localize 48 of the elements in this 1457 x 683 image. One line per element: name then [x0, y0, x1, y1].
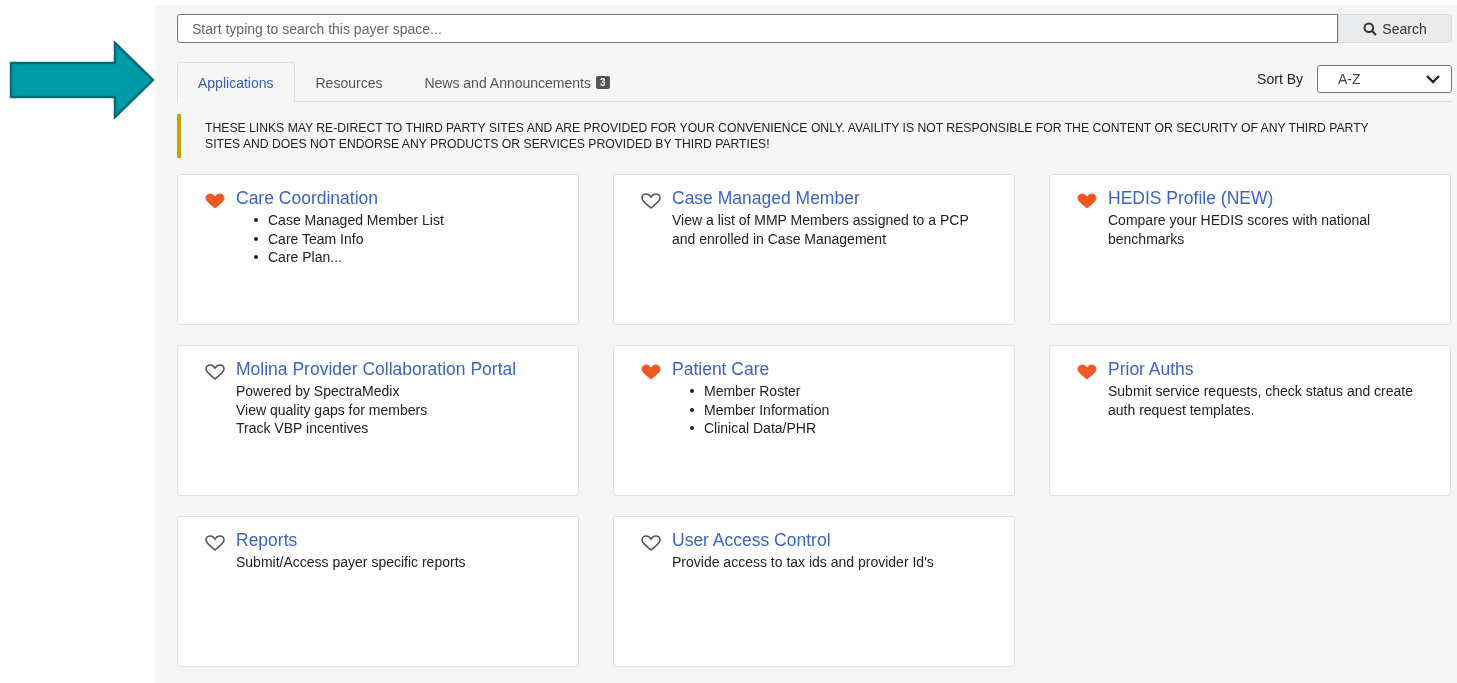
list-item: Case Managed Member List — [268, 211, 444, 230]
card-description: Compare your HEDIS scores with national benchmarks — [1108, 211, 1372, 248]
app-link[interactable]: Case Managed Member — [672, 189, 994, 208]
tab[interactable]: Applications — [177, 62, 295, 102]
count-badge: 3 — [596, 76, 610, 89]
app-link[interactable]: Prior Auths — [1108, 360, 1430, 379]
bullet-icon — [690, 426, 694, 431]
heart-icon[interactable] — [1077, 193, 1097, 209]
heart-icon[interactable] — [1077, 364, 1097, 380]
card-description: Powered by SpectraMedix — [236, 382, 401, 401]
list-item: Clinical Data/PHR — [704, 419, 817, 438]
tab[interactable]: Resources — [294, 62, 404, 102]
heart-icon[interactable] — [205, 535, 225, 551]
app-link[interactable]: Molina Provider Collaboration Portal — [236, 360, 517, 379]
search-field[interactable]: Start typing to search this payer space... — [177, 14, 1338, 43]
chevron-down-icon — [1425, 74, 1441, 84]
heart-icon[interactable] — [641, 193, 661, 209]
sort-label: Sort By — [1257, 71, 1303, 87]
search-icon — [1363, 21, 1378, 36]
app-link[interactable]: HEDIS Profile (NEW) — [1108, 189, 1430, 208]
list-item: Member Roster — [704, 382, 801, 401]
card-description: View quality gaps for members — [236, 400, 429, 419]
tab[interactable]: News and Announcements 3 — [403, 62, 631, 102]
list-item: Care Team Info — [268, 229, 364, 248]
bullet-icon — [690, 407, 694, 412]
list-item: Care Plan... — [268, 248, 342, 267]
bullet-icon — [690, 389, 694, 394]
card-description: Submit service requests, check status and create auth request templates. — [1108, 382, 1415, 419]
search-button[interactable]: Search — [1338, 14, 1452, 43]
app-link[interactable]: Patient Care — [672, 360, 830, 379]
bullet-icon — [254, 218, 258, 223]
card-description: Submit/Access payer specific reports — [236, 553, 466, 572]
heart-icon[interactable] — [205, 364, 225, 380]
card-description: Provide access to tax ids and provider Id's — [672, 553, 934, 572]
bullet-icon — [254, 255, 258, 260]
card-description: Track VBP incentives — [236, 419, 370, 438]
sort-dropdown[interactable]: A-Z — [1317, 65, 1452, 93]
heart-icon[interactable] — [641, 364, 661, 380]
app-link[interactable]: Reports — [236, 531, 466, 550]
arrow-icon — [9, 41, 155, 119]
disclaimer-notice: THESE LINKS MAY RE-DIRECT TO THIRD PARTY SITES AND ARE PROVIDED FOR YOUR CONVENIENCE ONLY. AVAILITY IS NOT RESPONSIBLE FOR THE CONTENT OR SECURITY OF ANY THIRD PARTY SITES AND DOES NOT ENDORSE ANY PRODUCTS OR SERVICES PROVIDED BY THIRD PARTIES! — [177, 114, 1452, 158]
heart-icon[interactable] — [641, 535, 661, 551]
heart-icon[interactable] — [205, 193, 225, 209]
bullet-icon — [254, 236, 258, 241]
card-description: View a list of MMP Members assigned to a PCP and enrolled in Case Management — [672, 211, 970, 248]
app-link[interactable]: Care Coordination — [236, 189, 444, 208]
list-item: Member Information — [704, 400, 830, 419]
app-link[interactable]: User Access Control — [672, 531, 934, 550]
